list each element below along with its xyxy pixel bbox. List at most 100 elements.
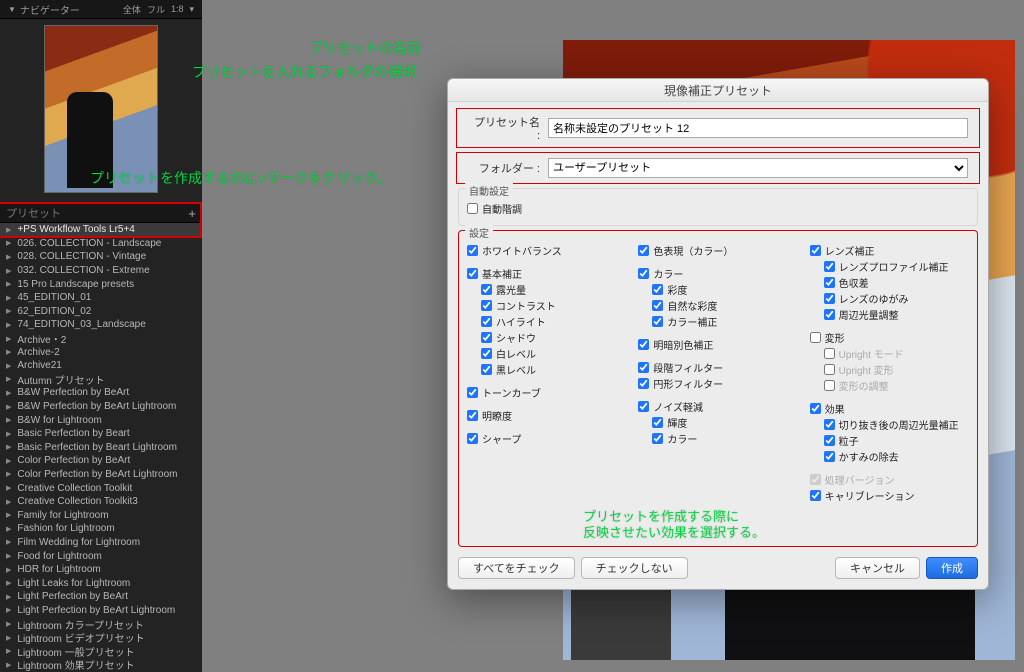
preset-folder-item[interactable]: ▶B&W for Lightroom — [0, 413, 202, 427]
cb-upright-trans[interactable]: Upright 変形 — [824, 362, 969, 377]
preset-folder-label: フォルダー : — [468, 160, 540, 176]
preset-list[interactable]: ▶+PS Workflow Tools Lr5+4▶026. COLLECTIO… — [0, 223, 202, 672]
preset-folder-item[interactable]: ▶Fashion for Lightroom — [0, 522, 202, 536]
add-preset-button[interactable]: + — [188, 208, 196, 219]
cb-post-vignette[interactable]: 切り抜き後の周辺光量補正 — [824, 417, 969, 432]
check-none-button[interactable]: チェックしない — [581, 557, 688, 579]
cb-calibration[interactable]: キャリブレーション — [810, 488, 969, 503]
preset-folder-select[interactable]: ユーザープリセット — [548, 158, 968, 178]
cb-chroma[interactable]: 色収差 — [824, 275, 969, 290]
preset-folder-item[interactable]: ▶Film Wedding for Lightroom — [0, 536, 202, 550]
cb-saturation[interactable]: 彩度 — [652, 282, 797, 297]
preset-folder-item[interactable]: ▶Light Leaks for Lightroom — [0, 576, 202, 590]
cb-basic[interactable]: 基本補正 — [467, 266, 626, 281]
check-all-button[interactable]: すべてをチェック — [458, 557, 575, 579]
preset-folder-item[interactable]: ▶Archive21 — [0, 359, 202, 373]
cb-transform[interactable]: 変形 — [810, 330, 969, 345]
cb-noise[interactable]: ノイズ軽減 — [638, 399, 797, 414]
preset-folder-item[interactable]: ▶Creative Collection Toolkit3 — [0, 495, 202, 509]
cb-highlights[interactable]: ハイライト — [481, 314, 626, 329]
presets-header[interactable]: プリセット + — [0, 203, 202, 223]
triangle-right-icon: ▶ — [6, 239, 11, 247]
preset-folder-item[interactable]: ▶74_EDITION_03_Landscape — [0, 318, 202, 332]
preset-folder-item[interactable]: ▶Creative Collection Toolkit — [0, 481, 202, 495]
preset-folder-item[interactable]: ▶026. COLLECTION - Landscape — [0, 237, 202, 251]
cb-shadows[interactable]: シャドウ — [481, 330, 626, 345]
preset-folder-item[interactable]: ▶Lightroom ビデオプリセット — [0, 631, 202, 645]
triangle-right-icon: ▶ — [6, 307, 11, 315]
preset-folder-item[interactable]: ▶Lightroom カラープリセット — [0, 617, 202, 631]
cb-color[interactable]: カラー — [638, 266, 797, 281]
auto-tone-checkbox[interactable]: 自動階調 — [467, 201, 969, 216]
triangle-right-icon: ▶ — [6, 525, 11, 533]
cb-treatment[interactable]: 色表現（カラー） — [638, 243, 797, 258]
cb-dehaze[interactable]: かすみの除去 — [824, 449, 969, 464]
triangle-right-icon: ▶ — [6, 253, 11, 261]
cb-clarity[interactable]: 明瞭度 — [467, 408, 626, 423]
preset-folder-item[interactable]: ▶Basic Perfection by Beart Lightroom — [0, 441, 202, 455]
preset-folder-item[interactable]: ▶Autumn プリセット — [0, 373, 202, 387]
preset-folder-item[interactable]: ▶Family for Lightroom — [0, 508, 202, 522]
cb-whites[interactable]: 白レベル — [481, 346, 626, 361]
settings-col-3: レンズ補正 レンズプロファイル補正 色収差 レンズのゆがみ 周辺光量調整 変形 … — [810, 242, 969, 504]
cb-distortion[interactable]: レンズのゆがみ — [824, 291, 969, 306]
cb-split-toning[interactable]: 明暗別色補正 — [638, 337, 797, 352]
preset-folder-item[interactable]: ▶032. COLLECTION - Extreme — [0, 264, 202, 278]
preset-folder-item[interactable]: ▶Lightroom 一般プリセット — [0, 644, 202, 658]
cb-luminance[interactable]: 輝度 — [652, 415, 797, 430]
preset-folder-item[interactable]: ▶Archive・2 — [0, 332, 202, 346]
preset-folder-item[interactable]: ▶B&W Perfection by BeArt Lightroom — [0, 400, 202, 414]
preset-folder-item[interactable]: ▶Light Perfection by BeArt Lightroom — [0, 604, 202, 618]
preset-folder-item[interactable]: ▶Lightroom 効果プリセット — [0, 658, 202, 672]
triangle-right-icon: ▶ — [6, 470, 11, 478]
cb-color-adj[interactable]: カラー補正 — [652, 314, 797, 329]
cb-exposure[interactable]: 露光量 — [481, 282, 626, 297]
cb-tone-curve[interactable]: トーンカーブ — [467, 385, 626, 400]
cb-vignette[interactable]: 周辺光量調整 — [824, 307, 969, 322]
left-panel: ▼ ナビゲーター 全体 フル 1:8 ▾ プリセット + ▶+PS Workfl… — [0, 0, 202, 672]
cb-white-balance[interactable]: ホワイトバランス — [467, 243, 626, 258]
triangle-right-icon: ▶ — [6, 552, 11, 560]
preset-folder-item[interactable]: ▶45_EDITION_01 — [0, 291, 202, 305]
triangle-right-icon: ▶ — [6, 443, 11, 451]
preset-folder-item[interactable]: ▶028. COLLECTION - Vintage — [0, 250, 202, 264]
preset-folder-item[interactable]: ▶15 Pro Landscape presets — [0, 277, 202, 291]
preset-folder-item[interactable]: ▶Light Perfection by BeArt — [0, 590, 202, 604]
cb-grain[interactable]: 粒子 — [824, 433, 969, 448]
cancel-button[interactable]: キャンセル — [835, 557, 920, 579]
preset-folder-item[interactable]: ▶Basic Perfection by Beart — [0, 427, 202, 441]
cb-color-noise[interactable]: カラー — [652, 431, 797, 446]
cb-lens[interactable]: レンズ補正 — [810, 243, 969, 258]
nav-fill[interactable]: フル — [147, 3, 165, 16]
cb-blacks[interactable]: 黒レベル — [481, 362, 626, 377]
preset-folder-item[interactable]: ▶Color Perfection by BeArt — [0, 454, 202, 468]
triangle-right-icon: ▶ — [6, 538, 11, 546]
settings-group: 設定 ホワイトバランス 基本補正 露光量 コントラスト ハイライト シャドウ 白… — [458, 230, 978, 547]
triangle-right-icon: ▶ — [6, 403, 11, 411]
preset-folder-item[interactable]: ▶HDR for Lightroom — [0, 563, 202, 577]
preset-name-input[interactable] — [548, 118, 968, 138]
cb-radial-filter[interactable]: 円形フィルター — [638, 376, 797, 391]
nav-ratio[interactable]: 1:8 — [171, 4, 184, 14]
triangle-right-icon: ▶ — [6, 416, 11, 424]
chevron-down-icon[interactable]: ▾ — [189, 4, 194, 15]
nav-fit[interactable]: 全体 — [123, 3, 141, 16]
preset-folder-item[interactable]: ▶Archive-2 — [0, 345, 202, 359]
navigator-header[interactable]: ▼ ナビゲーター 全体 フル 1:8 ▾ — [0, 0, 202, 19]
create-button[interactable]: 作成 — [926, 557, 978, 579]
triangle-right-icon: ▶ — [6, 484, 11, 492]
cb-sharpen[interactable]: シャープ — [467, 431, 626, 446]
preset-folder-item[interactable]: ▶+PS Workflow Tools Lr5+4 — [0, 223, 202, 237]
cb-vibrance[interactable]: 自然な彩度 — [652, 298, 797, 313]
cb-trans-adj[interactable]: 変形の調整 — [824, 378, 969, 393]
preset-folder-item[interactable]: ▶Color Perfection by BeArt Lightroom — [0, 468, 202, 482]
cb-grad-filter[interactable]: 段階フィルター — [638, 360, 797, 375]
preset-folder-item[interactable]: ▶62_EDITION_02 — [0, 305, 202, 319]
cb-contrast[interactable]: コントラスト — [481, 298, 626, 313]
cb-lens-profile[interactable]: レンズプロファイル補正 — [824, 259, 969, 274]
cb-upright-mode[interactable]: Upright モード — [824, 346, 969, 361]
triangle-right-icon: ▶ — [6, 498, 11, 506]
cb-effects[interactable]: 効果 — [810, 401, 969, 416]
preset-folder-item[interactable]: ▶Food for Lightroom — [0, 549, 202, 563]
preset-folder-item[interactable]: ▶B&W Perfection by BeArt — [0, 386, 202, 400]
